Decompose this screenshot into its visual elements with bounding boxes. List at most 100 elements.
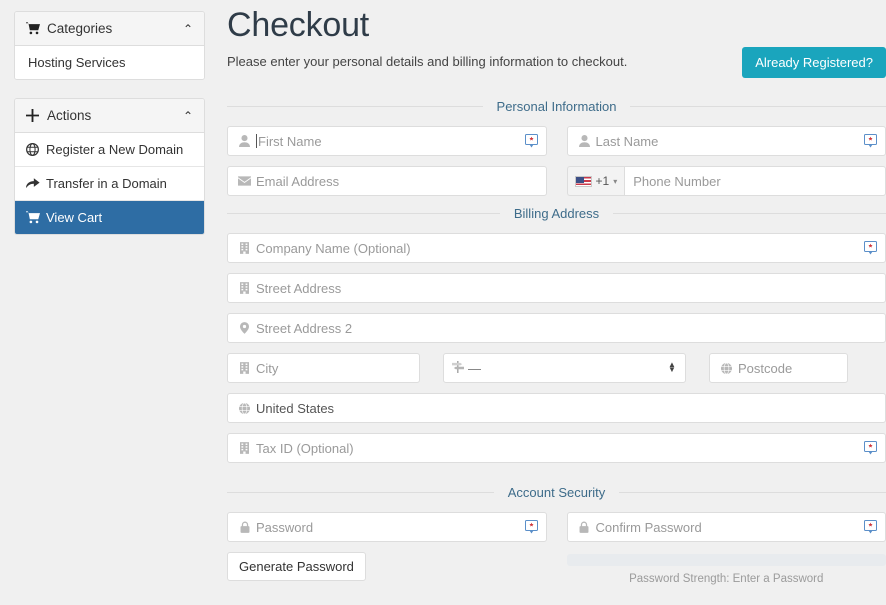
col-tax-id: Tax ID (Optional) xyxy=(227,433,886,463)
first-name-field[interactable]: First Name xyxy=(227,126,547,156)
street-address-field[interactable]: Street Address xyxy=(227,273,886,303)
building-icon xyxy=(236,442,253,454)
password-placeholder: Password xyxy=(256,519,314,535)
col-last-name: Last Name xyxy=(566,126,886,156)
autofill-icon[interactable] xyxy=(864,241,877,255)
state-selected-value: — xyxy=(468,360,481,376)
col-confirm-password: Confirm Password Password Strength: Ente… xyxy=(566,512,886,585)
user-icon xyxy=(236,135,253,147)
lock-icon xyxy=(236,521,253,533)
sidebar-item-view-cart[interactable]: View Cart xyxy=(15,201,204,234)
autofill-icon[interactable] xyxy=(864,134,877,148)
row-street1: Street Address xyxy=(227,273,886,303)
map-pin-icon xyxy=(236,322,253,334)
cart-icon xyxy=(26,22,44,35)
row-name: First Name Last Name xyxy=(227,126,886,156)
divider-line-right xyxy=(619,492,886,493)
postcode-field[interactable]: Postcode xyxy=(709,353,848,383)
chevron-down-icon: ▾ xyxy=(613,176,618,186)
user-icon xyxy=(576,135,593,147)
street-address-2-field[interactable]: Street Address 2 xyxy=(227,313,886,343)
col-country: United States xyxy=(227,393,886,423)
row-street2: Street Address 2 xyxy=(227,313,886,343)
country-code-selector[interactable]: +1 ▾ xyxy=(566,166,625,196)
col-company: Company Name (Optional) xyxy=(227,233,886,263)
row-city-state-postcode: City — ▲ ▼ Postcode xyxy=(227,353,886,383)
divider-line-left xyxy=(227,106,483,107)
company-name-placeholder: Company Name (Optional) xyxy=(256,240,411,256)
first-name-placeholder: First Name xyxy=(256,133,322,149)
city-field[interactable]: City xyxy=(227,353,420,383)
sidebar-item-register-domain[interactable]: Register a New Domain xyxy=(15,133,204,167)
tax-id-field[interactable]: Tax ID (Optional) xyxy=(227,433,886,463)
legend-billing-address: Billing Address xyxy=(227,206,886,221)
envelope-icon xyxy=(236,176,253,186)
email-placeholder: Email Address xyxy=(256,173,340,189)
main-content: Checkout Please enter your personal deta… xyxy=(227,0,886,585)
building-icon xyxy=(236,242,253,254)
globe-icon xyxy=(26,143,46,156)
col-street1: Street Address xyxy=(227,273,886,303)
sidebar-item-label: Register a New Domain xyxy=(46,142,184,157)
country-value: United States xyxy=(256,400,335,416)
company-name-field[interactable]: Company Name (Optional) xyxy=(227,233,886,263)
chevron-up-icon[interactable]: ⌃ xyxy=(183,110,193,122)
password-strength-meter: Password Strength: Enter a Password xyxy=(566,554,886,585)
confirm-password-field[interactable]: Confirm Password xyxy=(566,512,886,542)
password-strength-label: Password Strength: Enter a Password xyxy=(629,573,824,585)
panel-actions: Actions ⌃ Register a New Domain Transfer… xyxy=(14,98,205,235)
street-address-2-placeholder: Street Address 2 xyxy=(256,320,353,336)
email-field[interactable]: Email Address xyxy=(227,166,547,196)
divider-line-left xyxy=(227,213,500,214)
autofill-icon[interactable] xyxy=(864,520,877,534)
autofill-icon[interactable] xyxy=(524,520,538,534)
last-name-placeholder: Last Name xyxy=(595,133,659,149)
autofill-icon[interactable] xyxy=(524,134,538,148)
chevron-up-icon[interactable]: ⌃ xyxy=(183,23,193,35)
phone-number-field[interactable]: Phone Number xyxy=(624,166,886,196)
sidebar-item-transfer-domain[interactable]: Transfer in a Domain xyxy=(15,167,204,201)
cart-icon xyxy=(26,211,46,224)
panel-header-categories[interactable]: Categories ⌃ xyxy=(15,12,204,46)
tax-id-placeholder: Tax ID (Optional) xyxy=(256,440,354,456)
sidebar-item-hosting-services[interactable]: Hosting Services xyxy=(15,46,204,79)
building-icon xyxy=(236,362,253,374)
row-country: United States xyxy=(227,393,886,423)
panel-title-actions: Actions xyxy=(47,108,92,123)
sidebar-item-label: View Cart xyxy=(46,210,103,225)
country-dial-code: +1 xyxy=(595,174,610,188)
sidebar: Categories ⌃ Hosting Services Actions ⌃ xyxy=(14,11,205,253)
panel-header-actions[interactable]: Actions ⌃ xyxy=(15,99,204,133)
panel-categories: Categories ⌃ Hosting Services xyxy=(14,11,205,80)
lock-icon xyxy=(576,521,593,533)
sidebar-item-label: Hosting Services xyxy=(28,55,126,70)
col-email: Email Address xyxy=(227,166,547,196)
signpost-icon xyxy=(452,360,464,376)
already-registered-button[interactable]: Already Registered? xyxy=(742,47,886,78)
generate-password-button[interactable]: Generate Password xyxy=(227,552,366,581)
transfer-icon xyxy=(26,177,46,190)
row-tax-id: Tax ID (Optional) xyxy=(227,433,886,463)
password-field[interactable]: Password xyxy=(227,512,547,542)
last-name-field[interactable]: Last Name xyxy=(566,126,886,156)
col-password: Password Generate Password xyxy=(227,512,547,585)
us-flag-icon xyxy=(574,175,592,187)
col-phone: +1 ▾ Phone Number xyxy=(566,166,886,196)
autofill-icon[interactable] xyxy=(864,441,877,455)
legend-account-security: Account Security xyxy=(227,485,886,500)
country-field[interactable]: United States xyxy=(227,393,886,423)
divider-line-right xyxy=(630,106,886,107)
state-select[interactable]: — ▲ ▼ xyxy=(443,353,686,383)
sidebar-item-label: Transfer in a Domain xyxy=(46,176,167,191)
building-icon xyxy=(236,282,253,294)
legend-personal-information: Personal Information xyxy=(227,99,886,114)
postcode-placeholder: Postcode xyxy=(738,360,793,376)
divider-line-right xyxy=(613,213,886,214)
phone-group: +1 ▾ Phone Number xyxy=(566,166,886,196)
col-state: — ▲ ▼ xyxy=(443,353,686,383)
panel-title-categories: Categories xyxy=(47,21,113,36)
row-company: Company Name (Optional) xyxy=(227,233,886,263)
stepper-arrows-icon[interactable]: ▲ ▼ xyxy=(667,361,677,373)
street-address-placeholder: Street Address xyxy=(256,280,342,296)
phone-placeholder: Phone Number xyxy=(633,173,721,189)
